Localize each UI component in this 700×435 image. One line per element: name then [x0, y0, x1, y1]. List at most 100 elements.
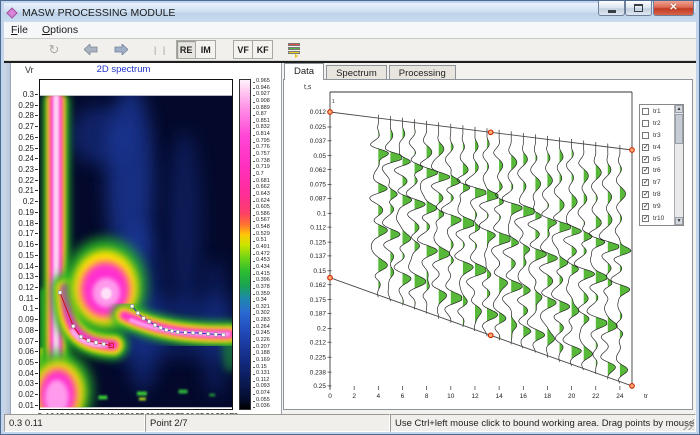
- trace-checkbox[interactable]: ✓: [642, 179, 649, 186]
- y-tick-label: 0.19: [11, 209, 38, 216]
- colorbar-tick-label: 0.283: [253, 318, 281, 324]
- trace-checkbox[interactable]: [642, 120, 649, 127]
- status-coordinates: 0.3 0.11: [4, 414, 145, 432]
- dispersion-picks[interactable]: [40, 94, 232, 409]
- scroll-down-icon[interactable]: ▼: [675, 217, 683, 225]
- colorbar-tick-label: 0.719: [253, 165, 281, 171]
- data-panel: Data Spectrum Processing t,s 10.0120.025…: [282, 63, 696, 414]
- trace-label: tr10: [653, 215, 664, 222]
- tab-spectrum[interactable]: Spectrum: [326, 65, 387, 80]
- colorbar-tick-label: 0.378: [253, 285, 281, 291]
- layers-icon[interactable]: [288, 43, 302, 56]
- trace-label: tr5: [653, 156, 661, 163]
- svg-text:0.175: 0.175: [310, 297, 327, 304]
- trace-label: tr1: [653, 108, 661, 115]
- menu-bar: File Options: [4, 22, 696, 39]
- tab-bar: Data Spectrum Processing: [284, 63, 458, 80]
- colorbar-tick-label: 0.434: [253, 265, 281, 271]
- trace-checkbox[interactable]: [642, 132, 649, 139]
- toolbar-separator: | |: [154, 45, 167, 55]
- window-title: MASW PROCESSING MODULE: [22, 7, 175, 19]
- colorbar-tick-label: 0.226: [253, 338, 281, 344]
- tab-data[interactable]: Data: [284, 63, 324, 80]
- minimize-icon: [608, 10, 616, 13]
- re-button[interactable]: RE: [177, 41, 196, 58]
- trace-label: tr7: [653, 179, 661, 186]
- trace-checkbox[interactable]: ✓: [642, 191, 649, 198]
- menu-options[interactable]: Options: [35, 22, 85, 38]
- list-item: ✓ tr10: [642, 214, 673, 223]
- y-tick-label: 0.09: [11, 316, 38, 323]
- trace-checkbox[interactable]: ✓: [642, 203, 649, 210]
- y-tick-label: 0.2: [11, 198, 38, 205]
- svg-text:0.212: 0.212: [310, 339, 327, 346]
- im-button[interactable]: IM: [196, 41, 215, 58]
- menu-file[interactable]: File: [4, 22, 35, 38]
- svg-text:0.25: 0.25: [313, 383, 326, 390]
- list-item: ✓tr8: [642, 190, 673, 199]
- trace-label: tr4: [653, 144, 661, 151]
- colorbar-tick-label: 0.491: [253, 245, 281, 251]
- colorbar-tick-label: 0.169: [253, 358, 281, 364]
- colorbar-tick-label: 0.548: [253, 225, 281, 231]
- toolbar: ↻ | | RE IM VF KF: [4, 39, 696, 61]
- trace-checkbox[interactable]: [642, 108, 649, 115]
- list-item: tr1: [642, 107, 673, 116]
- panel-splitter[interactable]: [4, 63, 11, 414]
- colorbar-tick-label: 0.87: [253, 112, 281, 118]
- status-point: Point 2/7: [145, 414, 390, 432]
- colorbar-tick-label: 0.074: [253, 391, 281, 397]
- trace-checkbox[interactable]: ✓: [642, 156, 649, 163]
- y-tick-label: 0.18: [11, 220, 38, 227]
- close-icon: ✕: [669, 3, 677, 13]
- svg-text:0.012: 0.012: [310, 109, 327, 116]
- list-item: ✓ tr7: [642, 178, 673, 187]
- y-tick-label: 0.16: [11, 241, 38, 248]
- y-tick-label: 0.14: [11, 263, 38, 270]
- svg-text:0.087: 0.087: [310, 196, 327, 203]
- svg-text:14: 14: [496, 393, 504, 400]
- trace-checkbox[interactable]: ✓: [642, 215, 649, 222]
- refresh-icon[interactable]: ↻: [46, 42, 62, 58]
- spectrum-panel: Vr 2D spectrum 0.30.290.280.270.260.250.…: [11, 63, 282, 414]
- svg-text:0.025: 0.025: [310, 124, 327, 131]
- colorbar-tick-label: 0.188: [253, 351, 281, 357]
- tab-processing[interactable]: Processing: [389, 65, 456, 80]
- maximize-button[interactable]: [625, 1, 652, 16]
- y-tick-label: 0.27: [11, 123, 38, 130]
- seismogram-plot[interactable]: 10.0120.0250.0370.050.0620.0750.0870.10.…: [294, 86, 650, 406]
- svg-text:0.062: 0.062: [310, 167, 327, 174]
- vf-button[interactable]: VF: [234, 41, 253, 58]
- kf-button[interactable]: KF: [253, 41, 272, 58]
- legend-scrollbar[interactable]: ▲ ▼: [674, 105, 683, 225]
- forward-arrow-icon[interactable]: [114, 44, 128, 55]
- y-tick-label: 0.26: [11, 134, 38, 141]
- minimize-button[interactable]: [598, 1, 625, 16]
- svg-text:16: 16: [520, 393, 528, 400]
- spectrum-plot[interactable]: [39, 79, 233, 410]
- svg-text:0.1: 0.1: [317, 211, 326, 218]
- colorbar-tick-label: 0.036: [253, 404, 281, 410]
- title-bar[interactable]: MASW PROCESSING MODULE: [4, 3, 696, 22]
- svg-text:2: 2: [352, 393, 356, 400]
- back-arrow-icon[interactable]: [84, 44, 98, 55]
- spectrum-y-axis: 0.30.290.280.270.260.250.240.230.220.210…: [11, 91, 38, 409]
- scrollbar-thumb[interactable]: [675, 114, 683, 144]
- y-tick-label: 0.07: [11, 338, 38, 345]
- svg-text:22: 22: [592, 393, 600, 400]
- svg-text:0.05: 0.05: [313, 153, 326, 160]
- svg-text:6: 6: [401, 393, 405, 400]
- scroll-up-icon[interactable]: ▲: [675, 105, 683, 113]
- colorbar-tick-label: 0.605: [253, 205, 281, 211]
- trace-checkbox[interactable]: ✓: [642, 144, 649, 151]
- close-button[interactable]: ✕: [653, 1, 694, 16]
- y-tick-label: 0.11: [11, 295, 38, 302]
- y-tick-label: 0.1: [11, 305, 38, 312]
- colorbar-tick-label: 0.908: [253, 99, 281, 105]
- y-tick-label: 0.02: [11, 391, 38, 398]
- y-tick-label: 0.08: [11, 327, 38, 334]
- y-tick-label: 0.12: [11, 284, 38, 291]
- trace-checkbox[interactable]: ✓: [642, 167, 649, 174]
- svg-text:4: 4: [377, 393, 381, 400]
- colorbar-tick-label: 0.814: [253, 132, 281, 138]
